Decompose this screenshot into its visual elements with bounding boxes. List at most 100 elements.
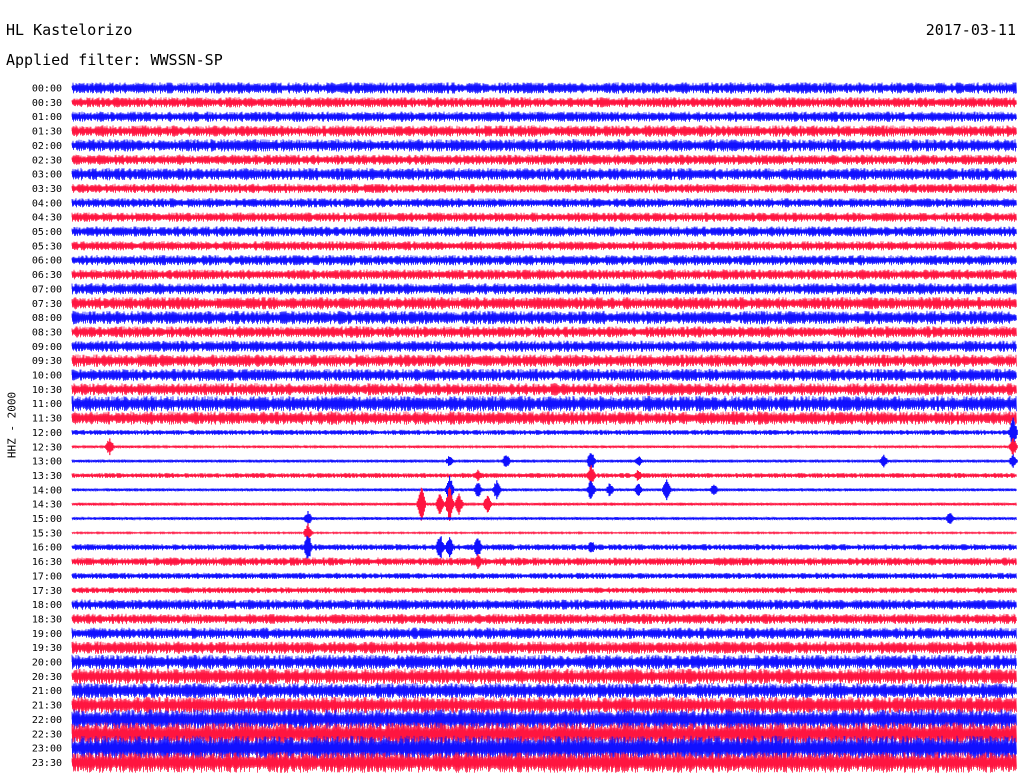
time-tick-label: 12:30 — [32, 442, 62, 453]
time-tick-label: 18:30 — [32, 614, 62, 625]
trace-line — [71, 557, 1017, 566]
time-tick-label: 22:00 — [32, 715, 62, 726]
time-tick-label: 19:00 — [32, 629, 62, 640]
trace-line — [71, 383, 1017, 396]
event-spike — [633, 483, 643, 496]
time-tick-label: 02:30 — [32, 155, 62, 166]
event-spike — [416, 487, 426, 521]
time-tick-label: 17:00 — [32, 571, 62, 582]
trace-group — [71, 82, 1018, 773]
helicorder-plot: 00:00 00:30 01:00 01:30 02:00 02:30 03:00 03:30… — [32, 82, 1018, 773]
event-spike — [586, 542, 596, 553]
time-tick-label: 00:00 — [32, 84, 62, 95]
time-tick-label: 14:30 — [32, 500, 62, 511]
trace-line — [71, 269, 1017, 280]
trace-line — [71, 241, 1017, 251]
trace-line — [71, 613, 1017, 625]
event-spike — [945, 513, 955, 524]
time-tick-label: 21:00 — [32, 686, 62, 697]
trace-line — [71, 125, 1017, 137]
trace-line — [71, 212, 1017, 222]
trace-line — [71, 183, 1017, 194]
trace-line — [71, 544, 1017, 551]
time-tick-label: 16:00 — [32, 543, 62, 554]
time-tick-label: 07:30 — [32, 299, 62, 310]
trace-line — [71, 654, 1017, 670]
trace-line — [71, 154, 1017, 165]
event-spike — [435, 494, 445, 514]
event-spike — [492, 480, 502, 500]
time-tick-label: 11:30 — [32, 414, 62, 425]
event-spike — [105, 438, 115, 456]
time-tick-label: 01:30 — [32, 127, 62, 138]
trace-line — [71, 226, 1017, 237]
trace-line — [71, 340, 1017, 353]
time-tick-label: 15:00 — [32, 514, 62, 525]
time-tick-label: 23:00 — [32, 744, 62, 755]
trace-line — [71, 429, 1017, 436]
time-tick-label: 04:30 — [32, 213, 62, 224]
trace-line — [71, 668, 1017, 685]
time-tick-label: 09:30 — [32, 356, 62, 367]
trace-line — [71, 641, 1017, 654]
time-tick-label: 00:30 — [32, 98, 62, 109]
time-tick-label: 05:00 — [32, 227, 62, 238]
event-spike — [473, 469, 483, 482]
time-tick-label: 03:00 — [32, 170, 62, 181]
trace-line — [71, 696, 1017, 714]
trace-line — [71, 587, 1017, 594]
event-spike — [605, 483, 615, 497]
time-tick-label: 12:00 — [32, 428, 62, 439]
time-tick-label: 10:00 — [32, 371, 62, 382]
time-tick-label: 08:00 — [32, 313, 62, 324]
time-tick-label: 03:30 — [32, 184, 62, 195]
time-tick-label: 19:30 — [32, 643, 62, 654]
trace-line — [71, 516, 1017, 521]
trace-line — [71, 82, 1017, 94]
event-spike — [662, 479, 672, 501]
trace-line — [71, 296, 1017, 310]
time-tick-label: 11:00 — [32, 399, 62, 410]
time-tick-label: 09:00 — [32, 342, 62, 353]
time-tick-label: 20:00 — [32, 658, 62, 669]
time-tick-label: 14:00 — [32, 485, 62, 496]
time-tick-label: 06:30 — [32, 270, 62, 281]
trace-line — [71, 395, 1017, 412]
time-tick-labels: 00:00 00:30 01:00 01:30 02:00 02:30 03:00 03:30… — [32, 84, 62, 769]
trace-line — [71, 487, 1017, 493]
trace-line — [71, 254, 1017, 266]
event-spike — [709, 484, 719, 495]
trace-line — [71, 572, 1017, 580]
time-tick-label: 07:00 — [32, 284, 62, 295]
event-spike — [303, 535, 313, 559]
trace-line — [71, 501, 1017, 507]
time-tick-label: 22:30 — [32, 729, 62, 740]
event-spike — [454, 493, 464, 515]
event-spike — [586, 480, 596, 499]
trace-line — [71, 411, 1017, 425]
event-spike — [445, 456, 455, 466]
time-tick-label: 01:00 — [32, 112, 62, 123]
time-tick-label: 02:00 — [32, 141, 62, 152]
time-tick-label: 10:30 — [32, 385, 62, 396]
event-spike — [473, 554, 483, 569]
event-spike — [473, 538, 483, 556]
time-tick-label: 21:30 — [32, 701, 62, 712]
time-tick-label: 05:30 — [32, 241, 62, 252]
trace-line — [71, 599, 1017, 610]
event-spike — [445, 537, 455, 558]
event-spike — [1008, 438, 1018, 456]
trace-line — [71, 682, 1017, 699]
time-tick-label: 17:30 — [32, 586, 62, 597]
time-tick-label: 16:30 — [32, 557, 62, 568]
event-spike — [435, 536, 445, 559]
trace-line — [71, 111, 1017, 122]
event-spike — [879, 454, 889, 468]
trace-line — [71, 458, 1017, 464]
trace-line — [71, 326, 1017, 338]
time-tick-label: 15:30 — [32, 528, 62, 539]
trace-line — [71, 139, 1017, 152]
time-tick-label: 08:30 — [32, 327, 62, 338]
time-tick-label: 04:00 — [32, 198, 62, 209]
trace-line — [71, 354, 1017, 367]
